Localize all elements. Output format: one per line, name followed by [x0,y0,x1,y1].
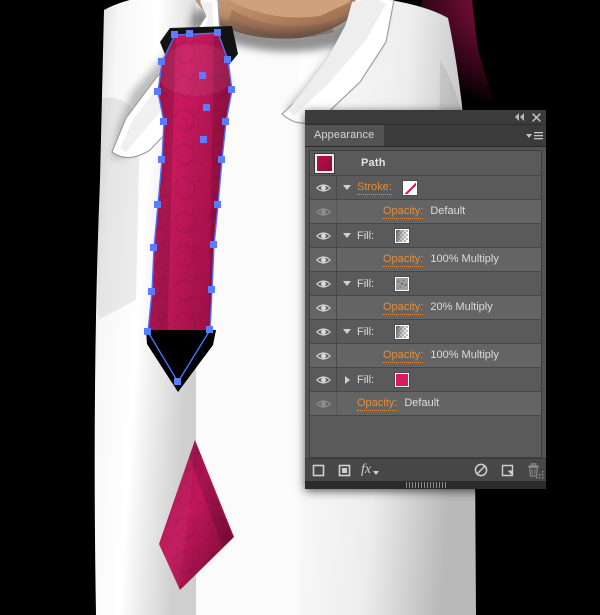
panel-tabstrip[interactable]: Appearance [305,125,546,147]
panel-menu-icon[interactable] [525,129,543,143]
resize-grip-icon[interactable] [533,468,544,479]
visibility-eye-icon[interactable] [310,224,337,247]
page-title: Path [361,157,386,169]
visibility-eye-icon[interactable] [310,200,337,223]
panel-titlebar[interactable] [305,110,546,125]
fx-icon[interactable]: fx [357,459,383,481]
opacity-value: Default [430,204,466,217]
disclosure-triangle-icon[interactable] [337,224,357,247]
disclosure-triangle-icon[interactable] [337,320,357,343]
table-row[interactable]: Fill: [310,368,541,392]
opacity-value: Default [404,396,440,409]
double-left-arrow-icon[interactable] [512,110,526,124]
opacity-value: 20% Multiply [430,300,493,313]
opacity-value: 100% Multiply [430,348,499,361]
stroke-none-swatch[interactable] [401,179,418,196]
panel-body: Path Stroke: Opacity: Default Fill: Opac… [305,147,546,458]
disclosure-triangle-icon[interactable] [337,176,357,199]
new-stroke-icon[interactable] [305,459,331,481]
stroke-label[interactable]: Stroke: [357,181,392,195]
appearance-attribute-list[interactable]: Path Stroke: Opacity: Default Fill: Opac… [309,150,542,458]
visibility-eye-icon[interactable] [310,320,337,343]
visibility-eye-icon[interactable] [310,272,337,295]
opacity-label[interactable]: Opacity: [383,349,424,363]
duplicate-icon[interactable] [494,459,520,481]
disclosure-triangle-icon[interactable] [337,368,357,391]
table-row[interactable]: Opacity: 100% Multiply [310,344,541,368]
visibility-eye-icon[interactable] [310,344,337,367]
checker-gradient-swatch[interactable] [394,227,411,244]
drag-grip-lines-icon [405,482,446,488]
fill-label: Fill: [357,325,375,338]
fill-label: Fill: [357,373,375,386]
table-row[interactable]: Stroke: [310,176,541,200]
table-row[interactable]: Opacity: 100% Multiply [310,248,541,272]
tab-appearance[interactable]: Appearance [305,125,385,146]
visibility-eye-icon[interactable] [310,176,337,199]
visibility-eye-icon[interactable] [310,296,337,319]
disclosure-triangle-icon[interactable] [337,272,357,295]
table-row[interactable]: Opacity: 20% Multiply [310,296,541,320]
visibility-eye-icon[interactable] [310,392,337,415]
chevron-down-icon[interactable] [373,471,380,475]
opacity-label[interactable]: Opacity: [357,397,398,411]
table-row[interactable]: Fill: [310,224,541,248]
path-color-swatch[interactable] [314,152,335,174]
panel-drag-handle[interactable] [305,481,546,489]
opacity-label[interactable]: Opacity: [383,253,424,267]
list-empty-area [310,416,541,458]
visibility-eye-icon[interactable] [310,248,337,271]
solid-color-swatch[interactable] [394,371,411,388]
table-row[interactable]: Opacity: Default [310,200,541,224]
checker-gradient-swatch[interactable] [394,323,411,340]
visibility-eye-icon[interactable] [310,368,337,391]
new-fill-icon[interactable] [331,459,357,481]
appearance-header-row[interactable]: Path [310,151,541,176]
fill-label: Fill: [357,229,375,242]
clear-appearance-icon[interactable] [468,459,494,481]
close-icon[interactable] [529,110,543,124]
table-row[interactable]: Fill: [310,320,541,344]
opacity-label[interactable]: Opacity: [383,301,424,315]
fill-label: Fill: [357,277,375,290]
table-row[interactable]: Opacity: Default [310,392,541,416]
opacity-value: 100% Multiply [430,252,499,265]
panel-footer-toolbar[interactable]: fx [305,458,546,481]
fx-label: fx [360,462,372,477]
table-row[interactable]: Fill: [310,272,541,296]
noise-texture-swatch[interactable] [394,275,411,292]
opacity-label[interactable]: Opacity: [383,205,424,219]
appearance-panel[interactable]: Appearance Path Stroke: Opacity: Default… [305,110,546,489]
